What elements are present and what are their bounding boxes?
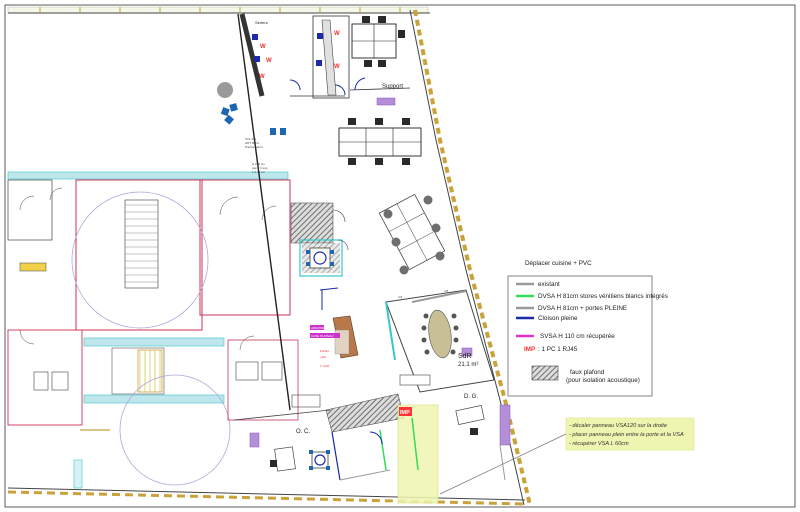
rotated-desk-cluster	[378, 193, 446, 275]
svg-text:W: W	[259, 74, 265, 80]
top-facade	[7, 6, 430, 14]
highlight-zone	[398, 405, 438, 503]
kitchen-unit: ARMOIRE CASE PLATEAU Parfait +RC V CAR	[310, 287, 359, 368]
svg-text:W: W	[334, 31, 340, 37]
svg-text:Pupitre pierre: Pupitre pierre	[245, 145, 263, 149]
legend-title: Déplacer cuisine + PVC	[525, 260, 592, 267]
left-building	[7, 171, 321, 489]
legend-item-imp: IMP : 1 PC 1 RJ45	[524, 346, 578, 353]
imp-label: IMP	[400, 410, 410, 416]
svg-text:W: W	[266, 58, 272, 64]
top-small-label: Sérieur	[255, 20, 269, 25]
svg-text:+RC: +RC	[320, 355, 327, 359]
svg-text:DVSA H 81cm stores vénitiens: DVSA H 81cm stores vénitiens blancs inté…	[538, 293, 668, 300]
svg-text:V CAR: V CAR	[320, 364, 330, 368]
floor-plan: W W W W W VCL 2W HDT 80cm Pupitre pierre…	[4, 4, 796, 508]
svg-text:IMP: IMP	[524, 346, 535, 353]
hatched-zone-bottom	[325, 393, 405, 481]
svg-text:Parfait: Parfait	[320, 349, 329, 353]
hatched-zone-top	[290, 202, 349, 277]
svg-text:: 1 PC 1 RJ45: : 1 PC 1 RJ45	[538, 346, 578, 353]
meeting-room-name: SdR	[458, 353, 472, 360]
svg-text:W: W	[334, 64, 340, 70]
meeting-room-area: 21.1 m²	[458, 362, 478, 368]
dg-office-label: D. G.	[464, 394, 478, 400]
svg-text:W: W	[260, 44, 266, 50]
svg-text:existant: existant	[538, 281, 560, 288]
svg-text:DVSA H 81cm + portes PLEINE: DVSA H 81cm + portes PLEINE	[538, 305, 627, 312]
note-line-2: - placer panneau plein entre la porte et…	[569, 432, 684, 438]
dg-office	[455, 404, 511, 481]
svg-text:(pour isolation acoustique): (pour isolation acoustique)	[566, 377, 640, 384]
svg-text:CASE PLATEAU: CASE PLATEAU	[311, 334, 333, 338]
support-label: Support	[382, 84, 403, 90]
oc-office-label: O. C.	[296, 429, 310, 435]
svg-text:L d 35 cm: L d 35 cm	[252, 170, 266, 174]
note-line-1: - décaler panneau VSA120 sur la droite	[569, 423, 667, 429]
top-left-office: W W W W W VCL 2W HDT 80cm Pupitre pierre…	[217, 31, 340, 174]
svg-text:4.8: 4.8	[398, 295, 403, 299]
svg-text:ARMOIRE: ARMOIRE	[311, 326, 325, 330]
note-line-3: - récupérer VSA L 60cm	[569, 441, 629, 447]
legend-item-dvsa-stores: DVSA H 81cm stores vénitiens blancs inté…	[516, 293, 668, 300]
svg-text:faux plafond: faux plafond	[570, 369, 605, 376]
svg-text:SVSA H 110 cm récupérée: SVSA H 110 cm récupérée	[540, 333, 615, 340]
top-desk-cluster	[351, 16, 405, 67]
svg-text:4.8: 4.8	[444, 289, 449, 293]
svg-text:Cloison pleine: Cloison pleine	[538, 315, 578, 322]
middle-desk-block	[338, 118, 422, 165]
oc-office	[233, 409, 331, 472]
